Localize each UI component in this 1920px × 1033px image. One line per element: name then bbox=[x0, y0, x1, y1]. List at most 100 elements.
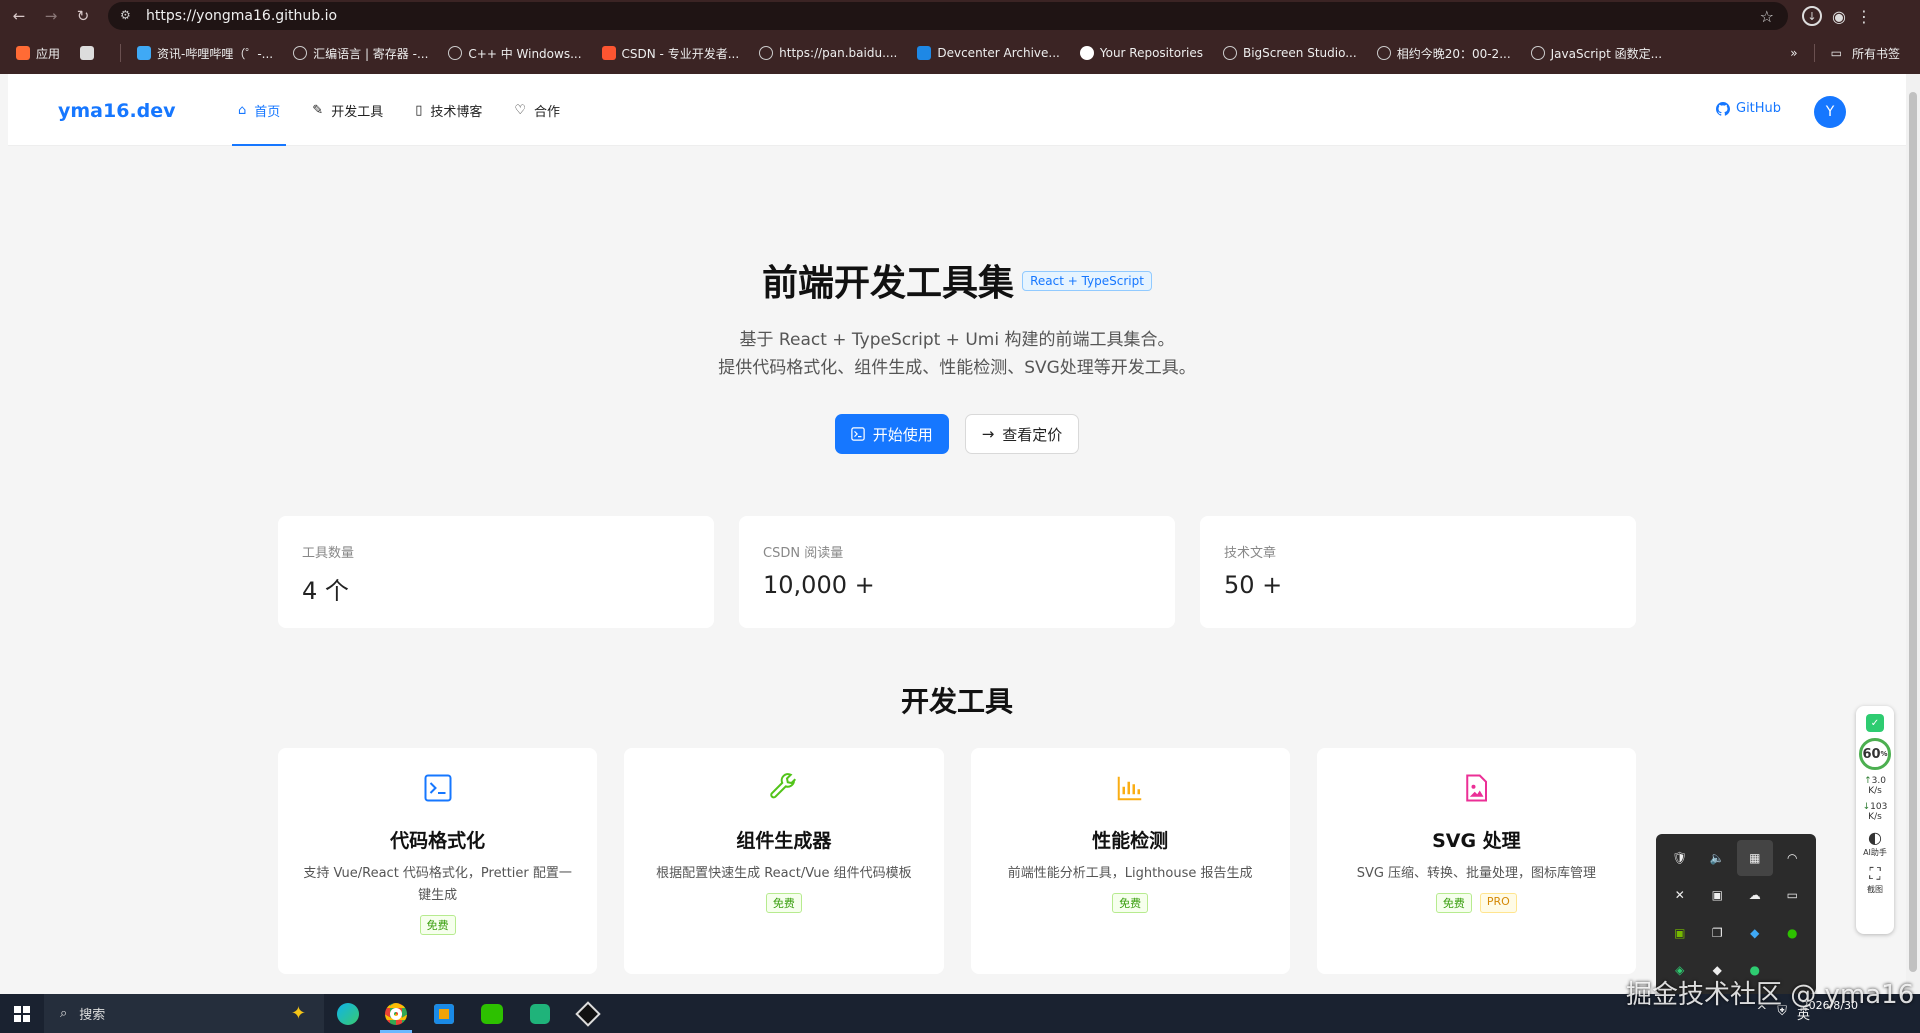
forward-icon[interactable]: → bbox=[38, 3, 64, 29]
bookmark-label: CSDN - 专业开发者... bbox=[621, 46, 740, 61]
bookmark-item[interactable]: CSDN - 专业开发者... bbox=[596, 41, 750, 66]
address-bar[interactable]: ⚙ https://yongma16.github.io ☆ bbox=[108, 2, 1788, 30]
shield-icon[interactable]: ✓ bbox=[1866, 714, 1884, 732]
download-speed-unit: K/s bbox=[1868, 812, 1882, 822]
devcenter-icon bbox=[917, 46, 932, 60]
nvidia-tray-icon[interactable]: ▣ bbox=[1662, 915, 1698, 951]
network-tray-icon[interactable]: ◠ bbox=[1775, 840, 1811, 876]
menu-item[interactable]: ⌂ 首页 bbox=[222, 74, 296, 146]
chrome-app-icon[interactable] bbox=[372, 994, 420, 1033]
bookmark-item[interactable]: https://pan.baidu.... bbox=[753, 42, 907, 64]
bookmark-item[interactable]: JavaScript 函数定... bbox=[1525, 41, 1672, 66]
tool-card[interactable]: 性能检测 前端性能分析工具，Lighthouse 报告生成 免费 bbox=[970, 748, 1290, 974]
menu-item-label: 首页 bbox=[254, 104, 281, 120]
bookmark-star-icon[interactable]: ☆ bbox=[1760, 7, 1774, 26]
copy-tray-icon[interactable]: ❐ bbox=[1700, 915, 1736, 951]
tab-groups-icon bbox=[80, 46, 95, 60]
perf-ring[interactable]: 60% bbox=[1859, 738, 1891, 770]
github-icon bbox=[1716, 101, 1730, 116]
apps-grid-icon bbox=[16, 46, 30, 60]
url-text[interactable]: https://yongma16.github.io bbox=[146, 8, 337, 24]
battery-tray-icon[interactable]: ▭ bbox=[1775, 878, 1811, 914]
reload-icon[interactable]: ↻ bbox=[70, 3, 96, 29]
bookmark-label: JavaScript 函数定... bbox=[1550, 46, 1663, 61]
security-tray-icon[interactable]: 🛡 bbox=[1662, 840, 1698, 876]
tool-name: 性能检测 bbox=[1092, 830, 1169, 852]
bookmark-item[interactable]: C++ 中 Windows... bbox=[442, 41, 591, 66]
bookmark-separator bbox=[1813, 44, 1815, 62]
start-button[interactable]: 开始使用 bbox=[834, 414, 949, 454]
hero-title: 前端开发工具集 bbox=[762, 263, 1015, 304]
page-scrollbar[interactable] bbox=[1906, 74, 1920, 994]
tool-card[interactable]: 代码格式化 支持 Vue/React 代码格式化，Prettier 配置一键生成免… bbox=[278, 748, 598, 974]
taskbar-search[interactable]: ⌕ 搜索 ✦ bbox=[44, 994, 324, 1033]
bookmark-item[interactable]: 应用 bbox=[10, 41, 70, 66]
bookmark-item[interactable] bbox=[74, 42, 110, 64]
upload-speed-unit: K/s bbox=[1868, 786, 1882, 796]
browser-toolbar: ← → ↻ ⚙ https://yongma16.github.io ☆ ↓ ◉… bbox=[0, 0, 1920, 32]
image-file-icon bbox=[1460, 772, 1492, 804]
stat-value: 50 + bbox=[1224, 571, 1283, 599]
screenshot-tool[interactable]: ⛶ 截图 bbox=[1867, 864, 1883, 895]
perf-percent: 60 bbox=[1862, 746, 1881, 762]
tools-section-title: 开发工具 bbox=[900, 685, 1013, 718]
cube-app-icon[interactable] bbox=[564, 994, 612, 1033]
speaker-tray-icon[interactable]: 🔈 bbox=[1700, 840, 1736, 876]
home-icon: ⌂ bbox=[238, 102, 247, 118]
github-label: GitHub bbox=[1736, 101, 1782, 116]
tool-tag: 免费 bbox=[765, 893, 802, 913]
code-terminal-icon bbox=[422, 772, 454, 804]
menu-item[interactable]: ▯ 技术博客 bbox=[399, 74, 498, 146]
watermark: 掘金技术社区 @ yma16 bbox=[1626, 980, 1915, 1010]
bird-tray-icon[interactable]: ◆ bbox=[1737, 915, 1773, 951]
app-tray-icon[interactable]: ▦ bbox=[1737, 840, 1773, 876]
site-info-icon[interactable]: ⚙ bbox=[120, 8, 136, 24]
bookmark-item[interactable]: 资讯-哔哩哔哩（゜-... bbox=[131, 41, 283, 66]
ai-assistant[interactable]: ◐ AI助手 bbox=[1863, 828, 1887, 858]
tool-card[interactable]: 组件生成器 根据配置快速生成 React/Vue 组件代码模板 免费 bbox=[624, 748, 944, 974]
all-bookmarks-label[interactable]: 所有书签 bbox=[1852, 45, 1900, 62]
book-icon: ▯ bbox=[415, 102, 423, 118]
copilot-sparkle-icon[interactable]: ✦ bbox=[291, 1003, 306, 1024]
search-icon: ⌕ bbox=[60, 1006, 68, 1021]
menu-item-label: 开发工具 bbox=[331, 104, 384, 120]
tool-name: 组件生成器 bbox=[736, 830, 832, 852]
windows-start-icon[interactable] bbox=[0, 994, 44, 1033]
sync-app-icon[interactable] bbox=[516, 994, 564, 1033]
wechat-tray-icon[interactable]: ● bbox=[1775, 915, 1811, 951]
download-icon[interactable]: ↓ bbox=[1802, 6, 1822, 26]
bookmark-item[interactable]: Devcenter Archive... bbox=[911, 42, 1070, 64]
performance-widget[interactable]: ✓ 60% ↑3.0 K/s ↓103 K/s ◐ AI助手 ⛶ 截图 bbox=[1856, 706, 1894, 934]
menu-item[interactable]: ✎ 开发工具 bbox=[296, 74, 399, 146]
tools-grid: 代码格式化 支持 Vue/React 代码格式化，Prettier 配置一键生成免… bbox=[278, 748, 1636, 974]
tool-card[interactable]: SVG 处理 SVG 压缩、转换、批量处理，图标库管理 免费 PRO bbox=[1316, 748, 1636, 974]
github-link[interactable]: GitHub bbox=[1716, 101, 1781, 116]
tool-description: 支持 Vue/React 代码格式化，Prettier 配置一键生成 bbox=[303, 866, 572, 903]
more-bookmarks-chevron[interactable]: » bbox=[1790, 46, 1797, 60]
globe-icon bbox=[1222, 46, 1237, 60]
hero-desc-line-1: 基于 React + TypeScript + Umi 构建的前端工具集合。 bbox=[739, 330, 1175, 350]
search-label: 搜索 bbox=[79, 1008, 106, 1023]
bookmark-item[interactable]: Your Repositories bbox=[1074, 42, 1213, 64]
start-button-label: 开始使用 bbox=[872, 425, 933, 444]
bookmark-item[interactable]: BigScreen Studio... bbox=[1217, 42, 1367, 64]
pricing-button-label: 查看定价 bbox=[1002, 425, 1063, 444]
menu-dots-icon[interactable]: ⋮ bbox=[1856, 7, 1872, 26]
bookmark-item[interactable]: 相约今晚20：00-2... bbox=[1371, 41, 1521, 66]
bookmark-item[interactable]: 汇编语言 | 寄存器 -... bbox=[287, 41, 438, 66]
bookmark-label: C++ 中 Windows... bbox=[468, 46, 582, 61]
upload-speed-value: 3.0 bbox=[1871, 776, 1886, 786]
back-icon[interactable]: ← bbox=[6, 3, 32, 29]
profile-icon[interactable]: ◉ bbox=[1832, 7, 1846, 26]
files-app-icon[interactable] bbox=[420, 994, 468, 1033]
wechat-app-icon[interactable] bbox=[468, 994, 516, 1033]
cloud-tray-icon[interactable]: ☁ bbox=[1737, 878, 1773, 914]
menu-item[interactable]: ♡ 合作 bbox=[498, 74, 576, 146]
site-logo[interactable]: yma16.dev bbox=[58, 100, 176, 122]
edge-app-icon[interactable] bbox=[324, 994, 372, 1033]
pricing-button[interactable]: → 查看定价 bbox=[964, 414, 1080, 454]
monitor-tray-icon[interactable]: ▣ bbox=[1700, 878, 1736, 914]
avatar[interactable]: Y bbox=[1814, 96, 1846, 128]
mute-tray-icon[interactable]: ✕ bbox=[1662, 878, 1698, 914]
scrollbar-thumb[interactable] bbox=[1909, 92, 1917, 972]
